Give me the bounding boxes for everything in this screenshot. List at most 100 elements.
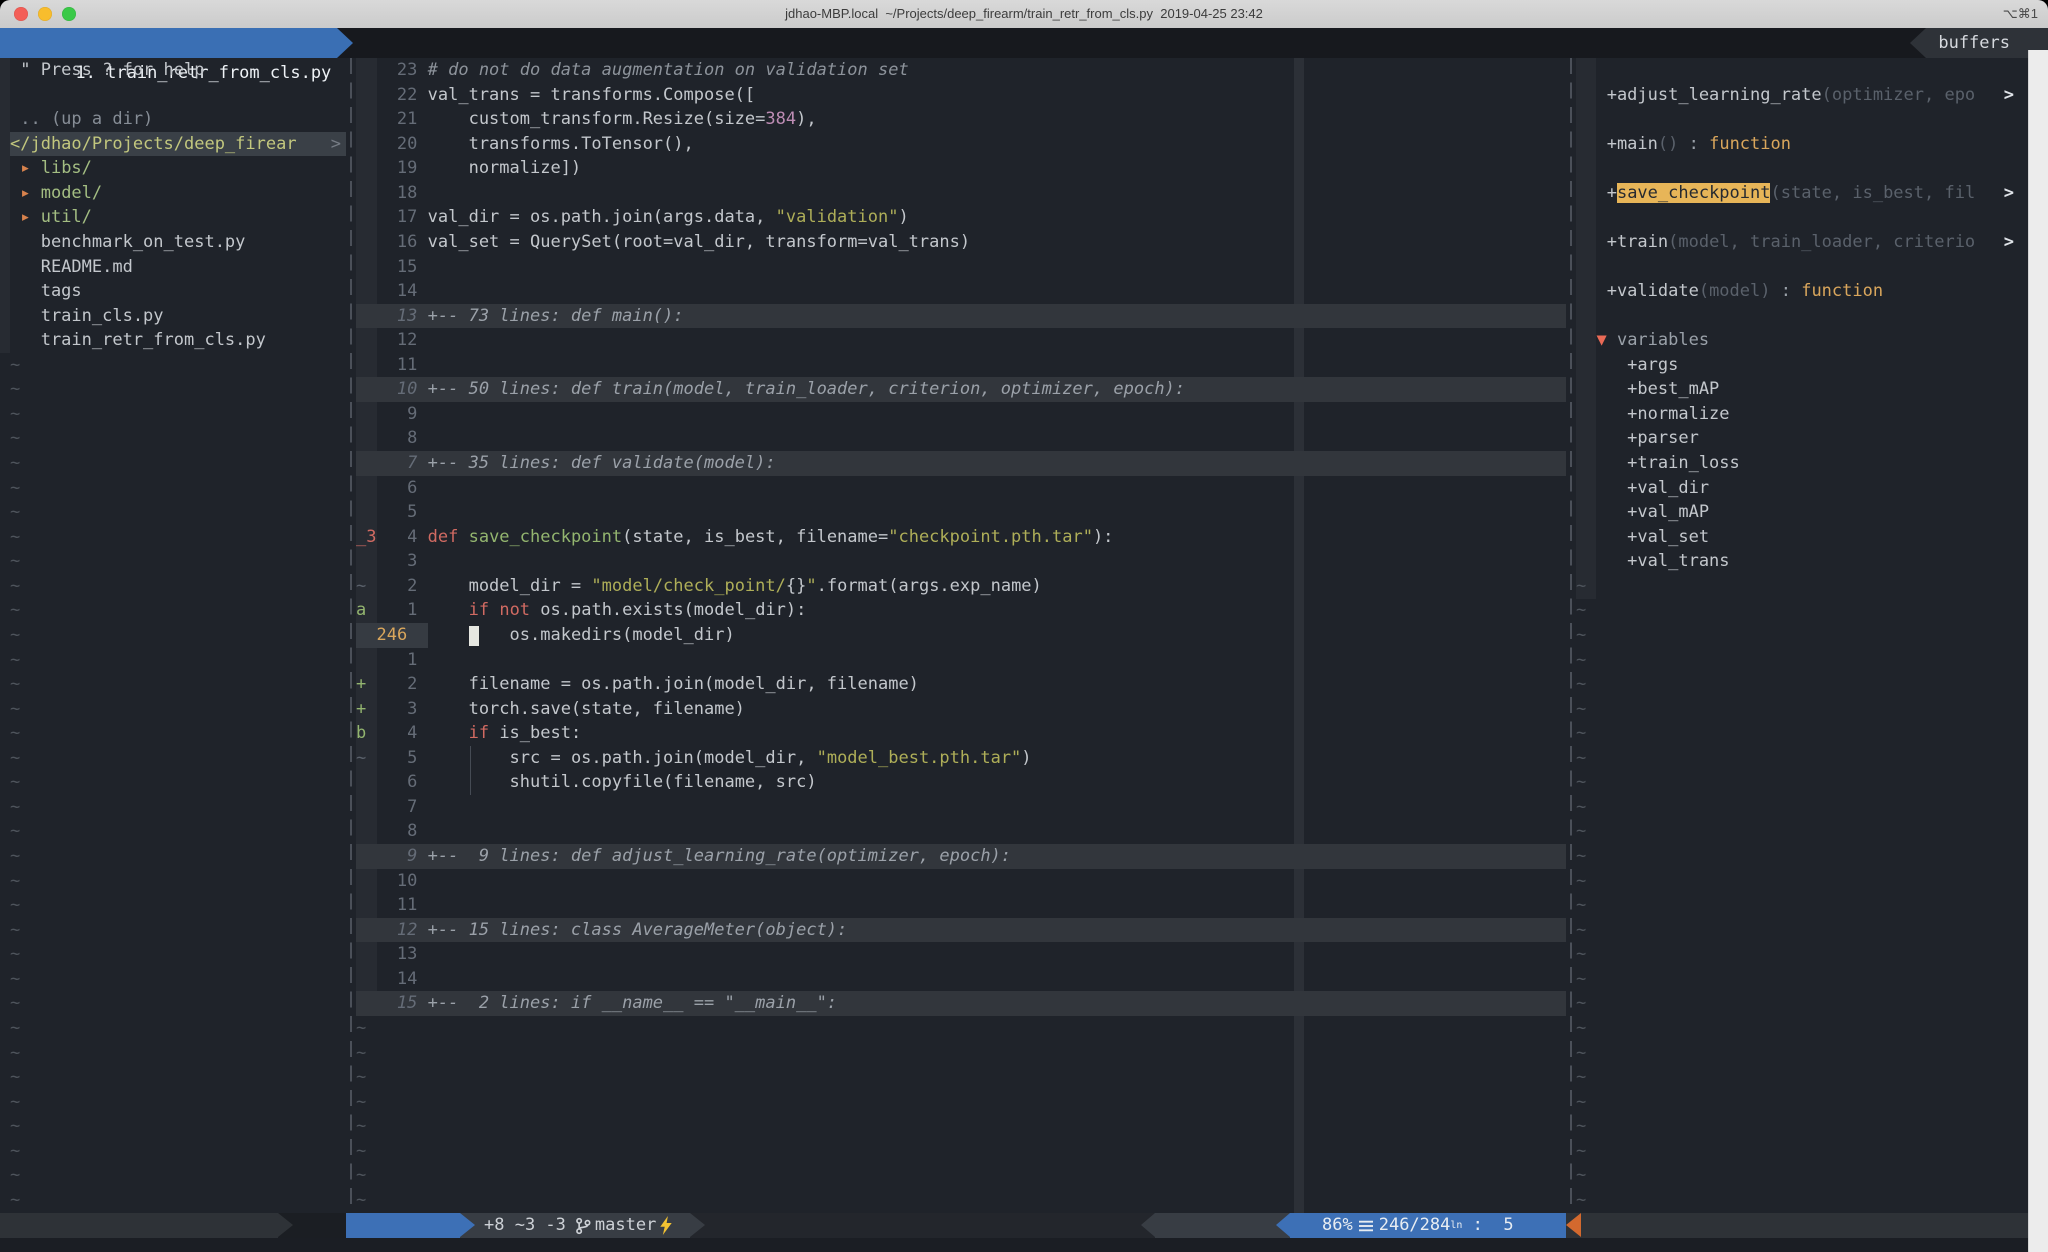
tag-var-val-map[interactable]: +val_mAP	[1576, 500, 2048, 525]
code-fold-line[interactable]: 10+-- 50 lines: def train(model, train_l…	[356, 377, 1566, 402]
command-line[interactable]	[0, 1238, 2048, 1252]
tree-root[interactable]: </jdhao/Projects/deep_firear>	[10, 132, 346, 157]
tag-variables-header[interactable]: ▼ variables	[1576, 328, 2048, 353]
code-line[interactable]: ~2 model_dir = "model/check_point/{}".fo…	[356, 574, 1566, 599]
code-line[interactable]: 5	[356, 500, 1566, 525]
tag-var-args[interactable]: +args	[1576, 353, 2048, 378]
line-number: 14	[376, 967, 417, 992]
code-line[interactable]: 16val_set = QuerySet(root=val_dir, trans…	[356, 230, 1566, 255]
code-line[interactable]: 14	[356, 279, 1566, 304]
tree-file-train-retr[interactable]: train_retr_from_cls.py	[10, 328, 346, 353]
code-line[interactable]: ~5 src = os.path.join(model_dir, "model_…	[356, 746, 1566, 771]
code-line[interactable]: 13	[356, 942, 1566, 967]
code-line-current[interactable]: 246 os.makedirs(model_dir)	[356, 623, 1566, 648]
code-line[interactable]: 12	[356, 328, 1566, 353]
empty-line-marker: ~	[1576, 1114, 2048, 1139]
line-number: 22	[376, 83, 417, 108]
tag-var-best-map[interactable]: +best_mAP	[1576, 377, 2048, 402]
nerdtree-window: " Press ? for help .. (up a dir)</jdhao/…	[0, 58, 346, 1213]
code-line[interactable]: 3	[356, 549, 1566, 574]
empty-line-marker: ~	[1576, 1163, 2048, 1188]
tag-main[interactable]: +main() : function	[1576, 132, 2048, 157]
chevron-right-icon: ▸	[10, 207, 41, 227]
line-number: 14	[376, 279, 417, 304]
tag-save-checkpoint[interactable]: +save_checkpoint(state, is_best, fil>	[1576, 181, 2048, 206]
empty-line-marker: ~	[10, 1114, 346, 1139]
empty-line-marker: ~	[356, 1188, 1566, 1213]
line-number: 10	[376, 869, 417, 894]
empty-line-marker: ~	[1576, 598, 2048, 623]
lightning-bolt-icon	[659, 1216, 673, 1235]
code-fold-line[interactable]: 9+-- 9 lines: def adjust_learning_rate(o…	[356, 844, 1566, 869]
window-separator[interactable]	[350, 58, 352, 1213]
code-fold-line[interactable]: 12+-- 15 lines: class AverageMeter(objec…	[356, 918, 1566, 943]
code-line[interactable]: 6	[356, 476, 1566, 501]
code-line[interactable]: 7	[356, 795, 1566, 820]
titlebar: jdhao-MBP.local ~/Projects/deep_firearm/…	[0, 0, 2048, 29]
code-line[interactable]: +3 torch.save(state, filename)	[356, 697, 1566, 722]
tab-train-retr-from-cls[interactable]: 1. train_retr_from_cls.py	[0, 28, 337, 58]
gutter-sign: b	[356, 721, 376, 746]
code-line[interactable]: 1	[356, 648, 1566, 673]
empty-line-marker: ~	[10, 500, 346, 525]
line-number: 15	[376, 991, 417, 1016]
code-line[interactable]: 14	[356, 967, 1566, 992]
code-line[interactable]: 6 shutil.copyfile(filename, src)	[356, 770, 1566, 795]
tag-var-val-dir[interactable]: +val_dir	[1576, 476, 2048, 501]
line-number: 19	[376, 156, 417, 181]
code-line[interactable]: 18	[356, 181, 1566, 206]
window-separator[interactable]	[1570, 58, 1572, 1213]
empty-line-marker: ~	[10, 770, 346, 795]
code-line[interactable]: 11	[356, 893, 1566, 918]
code-fold-line[interactable]: 15+-- 2 lines: if __name__ == "__main__"…	[356, 991, 1566, 1016]
line-number: 5	[376, 500, 417, 525]
code-line[interactable]: 8	[356, 426, 1566, 451]
tag-var-normalize[interactable]: +normalize	[1576, 402, 2048, 427]
code-line[interactable]: 22val_trans = transforms.Compose([	[356, 83, 1566, 108]
code-line[interactable]: 23# do not do data augmentation on valid…	[356, 58, 1566, 83]
empty-line-marker: ~	[10, 598, 346, 623]
tag-var-val-set[interactable]: +val_set	[1576, 525, 2048, 550]
code-line[interactable]: 11	[356, 353, 1566, 378]
tree-dir-model[interactable]: ▸ model/	[10, 181, 346, 206]
code-line[interactable]: b4 if is_best:	[356, 721, 1566, 746]
gutter-sign: ~	[356, 746, 376, 771]
code-line[interactable]: 20 transforms.ToTensor(),	[356, 132, 1566, 157]
tag-adjust-learning-rate[interactable]: +adjust_learning_rate(optimizer, epo>	[1576, 83, 2048, 108]
tree-help[interactable]: " Press ? for help	[10, 58, 346, 83]
code-line[interactable]: 15	[356, 255, 1566, 280]
code-line[interactable]: 17val_dir = os.path.join(args.data, "val…	[356, 205, 1566, 230]
tag-validate[interactable]: +validate(model) : function	[1576, 279, 2048, 304]
tree-file-benchmark[interactable]: benchmark_on_test.py	[10, 230, 346, 255]
code-fold-line[interactable]: 13+-- 73 lines: def main():	[356, 304, 1566, 329]
empty-line-marker: ~	[1576, 918, 2048, 943]
code-line[interactable]: 21 custom_transform.Resize(size=384),	[356, 107, 1566, 132]
tag-var-parser[interactable]: +parser	[1576, 426, 2048, 451]
line-number: 10	[376, 377, 417, 402]
tag-train[interactable]: +train(model, train_loader, criterio>	[1576, 230, 2048, 255]
code-line[interactable]: a1 if not os.path.exists(model_dir):	[356, 598, 1566, 623]
tree-dir-libs[interactable]: ▸ libs/	[10, 156, 346, 181]
line-number: 3	[376, 697, 417, 722]
code-line[interactable]: _34def save_checkpoint(state, is_best, f…	[356, 525, 1566, 550]
code-line[interactable]: +2 filename = os.path.join(model_dir, fi…	[356, 672, 1566, 697]
tree-file-tags[interactable]: tags	[10, 279, 346, 304]
tree-file-train-cls[interactable]: train_cls.py	[10, 304, 346, 329]
truncation-marker-icon: >	[2004, 83, 2014, 108]
line-number: 17	[376, 205, 417, 230]
tag-var-train-loss[interactable]: +train_loss	[1576, 451, 2048, 476]
code-line[interactable]: 19 normalize])	[356, 156, 1566, 181]
empty-line-marker: ~	[1576, 1139, 2048, 1164]
code-line[interactable]: 8	[356, 819, 1566, 844]
tree-file-readme[interactable]: README.md	[10, 255, 346, 280]
tag-var-val-trans[interactable]: +val_trans	[1576, 549, 2048, 574]
code-fold-line[interactable]: 7+-- 35 lines: def validate(model):	[356, 451, 1566, 476]
empty-line-marker: ~	[10, 1188, 346, 1213]
code-line[interactable]: 10	[356, 869, 1566, 894]
tree-updir[interactable]: .. (up a dir)	[10, 107, 346, 132]
terminal-scrollbar[interactable]	[2028, 50, 2048, 1252]
empty-line-marker: ~	[1576, 1090, 2048, 1115]
tree-dir-util[interactable]: ▸ util/	[10, 205, 346, 230]
empty-line-marker: ~	[1576, 672, 2048, 697]
code-line[interactable]: 9	[356, 402, 1566, 427]
